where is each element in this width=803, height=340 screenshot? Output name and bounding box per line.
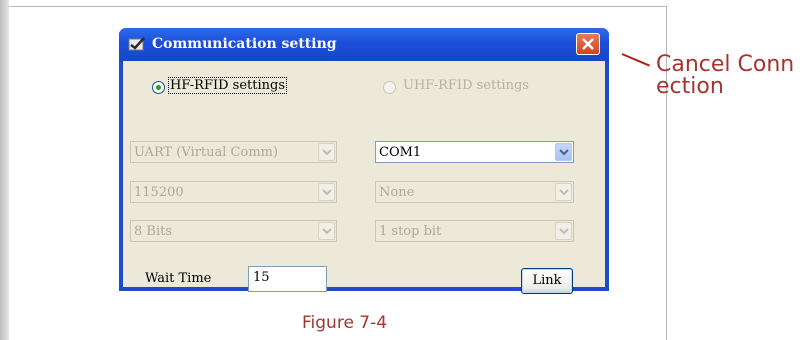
chevron-down-icon [322,228,332,235]
baud-rate-value: 115200 [134,185,184,200]
radio-selected-dot [156,85,161,90]
com-port-select[interactable]: COM1 [375,141,574,163]
app-icon [128,37,145,51]
close-icon [582,38,594,50]
stop-bits-value: 1 stop bit [379,224,442,239]
wait-time-label: Wait Time [145,271,212,286]
figure-caption: Figure 7-4 [302,313,388,333]
hf-rfid-label[interactable]: HF-RFID settings [167,77,288,94]
cancel-connection-annotation: Cancel Connection [656,52,795,99]
parity-select[interactable]: None [375,181,574,203]
parity-value: None [379,185,415,200]
dialog-client-area: HF-RFID settings UHF-RFID settings UART … [123,61,605,294]
baud-dropdown-button[interactable] [318,183,335,201]
left-border [0,0,9,340]
hf-rfid-radio[interactable] [152,81,165,94]
com-port-value: COM1 [379,145,422,160]
close-button[interactable] [576,33,600,55]
chevron-down-icon [559,228,569,235]
uhf-rfid-radio[interactable] [383,81,396,94]
communication-setting-dialog: Communication setting HF-RFID settings U… [119,28,609,294]
parity-dropdown-button[interactable] [555,183,572,201]
dialog-titlebar[interactable]: Communication setting [119,28,609,61]
top-border [9,6,667,7]
baud-rate-select[interactable]: 115200 [130,181,337,203]
interface-select[interactable]: UART (Virtual Comm) [130,141,337,163]
stop-bits-select[interactable]: 1 stop bit [375,220,574,242]
chevron-down-icon [559,189,569,196]
com-port-dropdown-button[interactable] [555,143,572,161]
data-bits-select[interactable]: 8 Bits [130,220,337,242]
data-bits-dropdown-button[interactable] [318,222,335,240]
interface-select-value: UART (Virtual Comm) [134,145,279,160]
chevron-down-icon [559,149,569,156]
dialog-title: Communication setting [152,36,337,52]
uhf-rfid-label: UHF-RFID settings [403,78,529,93]
interface-dropdown-button[interactable] [318,143,335,161]
chevron-down-icon [322,189,332,196]
chevron-down-icon [322,149,332,156]
data-bits-value: 8 Bits [134,224,173,239]
wait-time-input[interactable]: 15 [248,266,327,292]
link-button[interactable]: Link [521,268,573,294]
stop-bits-dropdown-button[interactable] [555,222,572,240]
